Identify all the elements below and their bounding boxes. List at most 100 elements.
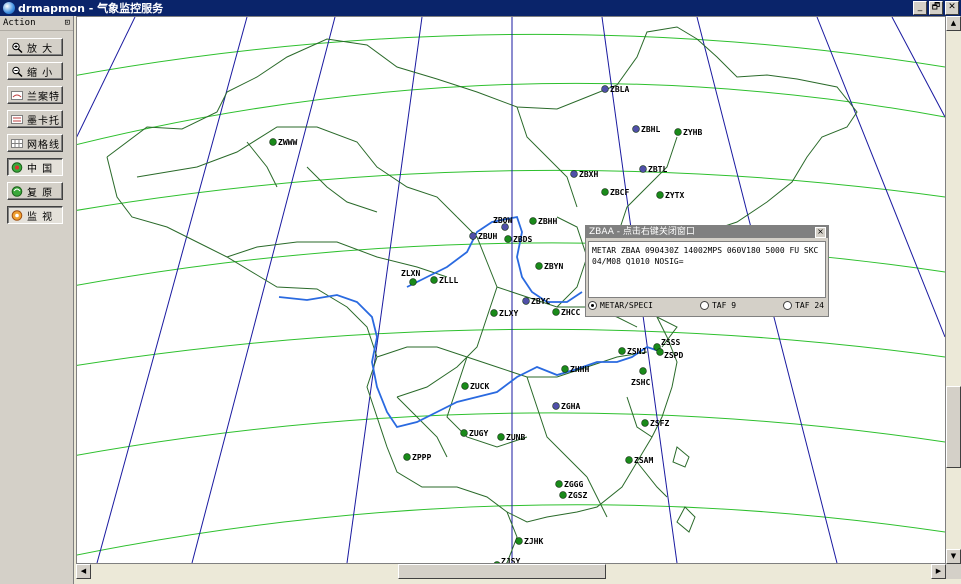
station-dot-zjsy[interactable] bbox=[493, 561, 501, 563]
station-label-zggg[interactable]: ZGGG bbox=[564, 480, 583, 489]
reset-button[interactable]: 复 原 bbox=[7, 182, 63, 200]
station-label-zgha[interactable]: ZGHA bbox=[561, 402, 580, 411]
station-dot-zbla[interactable] bbox=[601, 85, 609, 93]
metar-popup[interactable]: ZBAA - 点击右键关闭窗口 × METAR ZBAA 090430Z 140… bbox=[585, 225, 829, 317]
station-dot-zsam[interactable] bbox=[625, 456, 633, 464]
station-label-zhhh[interactable]: ZHHH bbox=[570, 365, 589, 374]
station-label-zbcf[interactable]: ZBCF bbox=[610, 188, 629, 197]
horizontal-scroll-thumb[interactable] bbox=[398, 564, 606, 579]
station-label-zjhk[interactable]: ZJHK bbox=[524, 537, 543, 546]
station-label-zbla[interactable]: ZBLA bbox=[610, 85, 629, 94]
station-dot-zbyc[interactable] bbox=[522, 297, 530, 305]
station-label-zlxn[interactable]: ZLXN bbox=[401, 269, 420, 278]
restore-button[interactable]: 🗗 bbox=[929, 1, 943, 15]
scroll-right-arrow[interactable]: ▶ bbox=[931, 564, 946, 579]
station-dot-zppp[interactable] bbox=[403, 453, 411, 461]
station-dot-zbcf[interactable] bbox=[601, 188, 609, 196]
station-dot-zbuh[interactable] bbox=[469, 232, 477, 240]
station-label-zbow[interactable]: ZBOW bbox=[493, 216, 512, 225]
station-dot-zyhb[interactable] bbox=[674, 128, 682, 136]
station-label-zbtl[interactable]: ZBTL bbox=[648, 165, 667, 174]
station-label-zsnj[interactable]: ZSNJ bbox=[627, 347, 646, 356]
zoom-out-button[interactable]: 缩 小 bbox=[7, 62, 63, 80]
station-dot-zhhh[interactable] bbox=[561, 365, 569, 373]
radio-taf24[interactable]: TAF 24 bbox=[783, 301, 824, 310]
station-dot-zlxy[interactable] bbox=[490, 309, 498, 317]
zoom-out-icon bbox=[12, 66, 23, 77]
mercator-projection-button[interactable]: 墨卡托 bbox=[7, 110, 63, 128]
station-label-zbxh[interactable]: ZBXH bbox=[579, 170, 598, 179]
vertical-scroll-thumb[interactable] bbox=[946, 386, 961, 468]
horizontal-scrollbar[interactable]: ◀ ▶ bbox=[76, 564, 946, 579]
station-dot-zsfz[interactable] bbox=[641, 419, 649, 427]
minimize-button[interactable]: _ bbox=[913, 1, 927, 15]
station-label-zjsy[interactable]: ZJSY bbox=[501, 557, 520, 563]
station-dot-zuck[interactable] bbox=[461, 382, 469, 390]
station-label-zytx[interactable]: ZYTX bbox=[665, 191, 684, 200]
station-label-zbds[interactable]: ZBDS bbox=[513, 235, 532, 244]
station-dot-zlll[interactable] bbox=[430, 276, 438, 284]
station-dot-zbyn[interactable] bbox=[535, 262, 543, 270]
map-canvas[interactable]: ZBLA ZWWW ZYHB ZBHL ZBXH ZBTL ZBCF ZYTX ZBOW ZBHH… bbox=[76, 16, 946, 564]
radio-taf9-label: TAF 9 bbox=[711, 301, 737, 310]
scroll-up-arrow[interactable]: ▲ bbox=[946, 16, 961, 31]
station-dot-zggg[interactable] bbox=[555, 480, 563, 488]
station-dot-zshc[interactable] bbox=[639, 367, 647, 375]
lambert-projection-button[interactable]: 兰案特 bbox=[7, 86, 63, 104]
station-dot-zjhk[interactable] bbox=[515, 537, 523, 545]
station-dot-zhcc[interactable] bbox=[552, 308, 560, 316]
station-label-zgsz[interactable]: ZGSZ bbox=[568, 491, 587, 500]
station-dot-zbhl[interactable] bbox=[632, 125, 640, 133]
zoom-in-label: 放 大 bbox=[27, 43, 54, 55]
station-dot-zlxn[interactable] bbox=[409, 278, 417, 286]
station-label-zbyc[interactable]: ZBYC bbox=[531, 297, 550, 306]
station-label-zsfz[interactable]: ZSFZ bbox=[650, 419, 669, 428]
station-label-zsss[interactable]: ZSSS bbox=[661, 338, 680, 347]
station-dot-zgsz[interactable] bbox=[559, 491, 567, 499]
station-label-zyhb[interactable]: ZYHB bbox=[683, 128, 702, 137]
vertical-scrollbar[interactable]: ▲ ▼ bbox=[946, 16, 961, 564]
zoom-out-label: 缩 小 bbox=[27, 67, 54, 79]
station-dot-zbhh[interactable] bbox=[529, 217, 537, 225]
popup-close-icon[interactable]: × bbox=[815, 227, 826, 238]
zoom-in-button[interactable]: 放 大 bbox=[7, 38, 63, 56]
station-label-zbhl[interactable]: ZBHL bbox=[641, 125, 660, 134]
station-label-zlxy[interactable]: ZLXY bbox=[499, 309, 518, 318]
gridlines-button[interactable]: 网格线 bbox=[7, 134, 63, 152]
station-dot-zbds[interactable] bbox=[504, 235, 512, 243]
station-label-zhcc[interactable]: ZHCC bbox=[561, 308, 580, 317]
station-label-zbuh[interactable]: ZBUH bbox=[478, 232, 497, 241]
station-markers: ZBLA ZWWW ZYHB ZBHL ZBXH ZBTL ZBCF ZYTX ZBOW ZBHH… bbox=[269, 85, 702, 563]
station-label-zugy[interactable]: ZUGY bbox=[469, 429, 488, 438]
station-label-zshc[interactable]: ZSHC bbox=[631, 378, 650, 387]
station-dot-zbtl[interactable] bbox=[639, 165, 647, 173]
monitor-button[interactable]: 监 视 bbox=[7, 206, 63, 224]
station-dot-zgha[interactable] bbox=[552, 402, 560, 410]
scroll-down-arrow[interactable]: ▼ bbox=[946, 549, 961, 564]
station-dot-zbxh[interactable] bbox=[570, 170, 578, 178]
window-controls: _ 🗗 ✕ bbox=[913, 1, 959, 15]
station-dot-zwww[interactable] bbox=[269, 138, 277, 146]
china-view-button[interactable]: 中 国 bbox=[7, 158, 63, 176]
gridlines-label: 网格线 bbox=[27, 139, 60, 151]
station-label-zbhh[interactable]: ZBHH bbox=[538, 217, 557, 226]
station-label-zunb[interactable]: ZUNB bbox=[506, 433, 525, 442]
radio-taf9[interactable]: TAF 9 bbox=[699, 301, 737, 310]
station-dot-zugy[interactable] bbox=[460, 429, 468, 437]
station-label-zuck[interactable]: ZUCK bbox=[470, 382, 489, 391]
station-label-zppp[interactable]: ZPPP bbox=[412, 453, 431, 462]
radio-metar[interactable]: METAR/SPECI bbox=[588, 301, 653, 310]
pin-icon[interactable]: ⊡ bbox=[65, 18, 70, 28]
sidebar-title: Action bbox=[3, 18, 36, 28]
station-dot-zspd[interactable] bbox=[656, 348, 664, 356]
station-label-zsam[interactable]: ZSAM bbox=[634, 456, 653, 465]
station-label-zlll[interactable]: ZLLL bbox=[439, 276, 458, 285]
station-label-zbyn[interactable]: ZBYN bbox=[544, 262, 563, 271]
close-button[interactable]: ✕ bbox=[945, 1, 959, 15]
scroll-left-arrow[interactable]: ◀ bbox=[76, 564, 91, 579]
station-label-zwww[interactable]: ZWWW bbox=[278, 138, 297, 147]
station-dot-zytx[interactable] bbox=[656, 191, 664, 199]
station-dot-zsnj[interactable] bbox=[618, 347, 626, 355]
station-dot-zunb[interactable] bbox=[497, 433, 505, 441]
station-label-zspd[interactable]: ZSPD bbox=[664, 351, 683, 360]
